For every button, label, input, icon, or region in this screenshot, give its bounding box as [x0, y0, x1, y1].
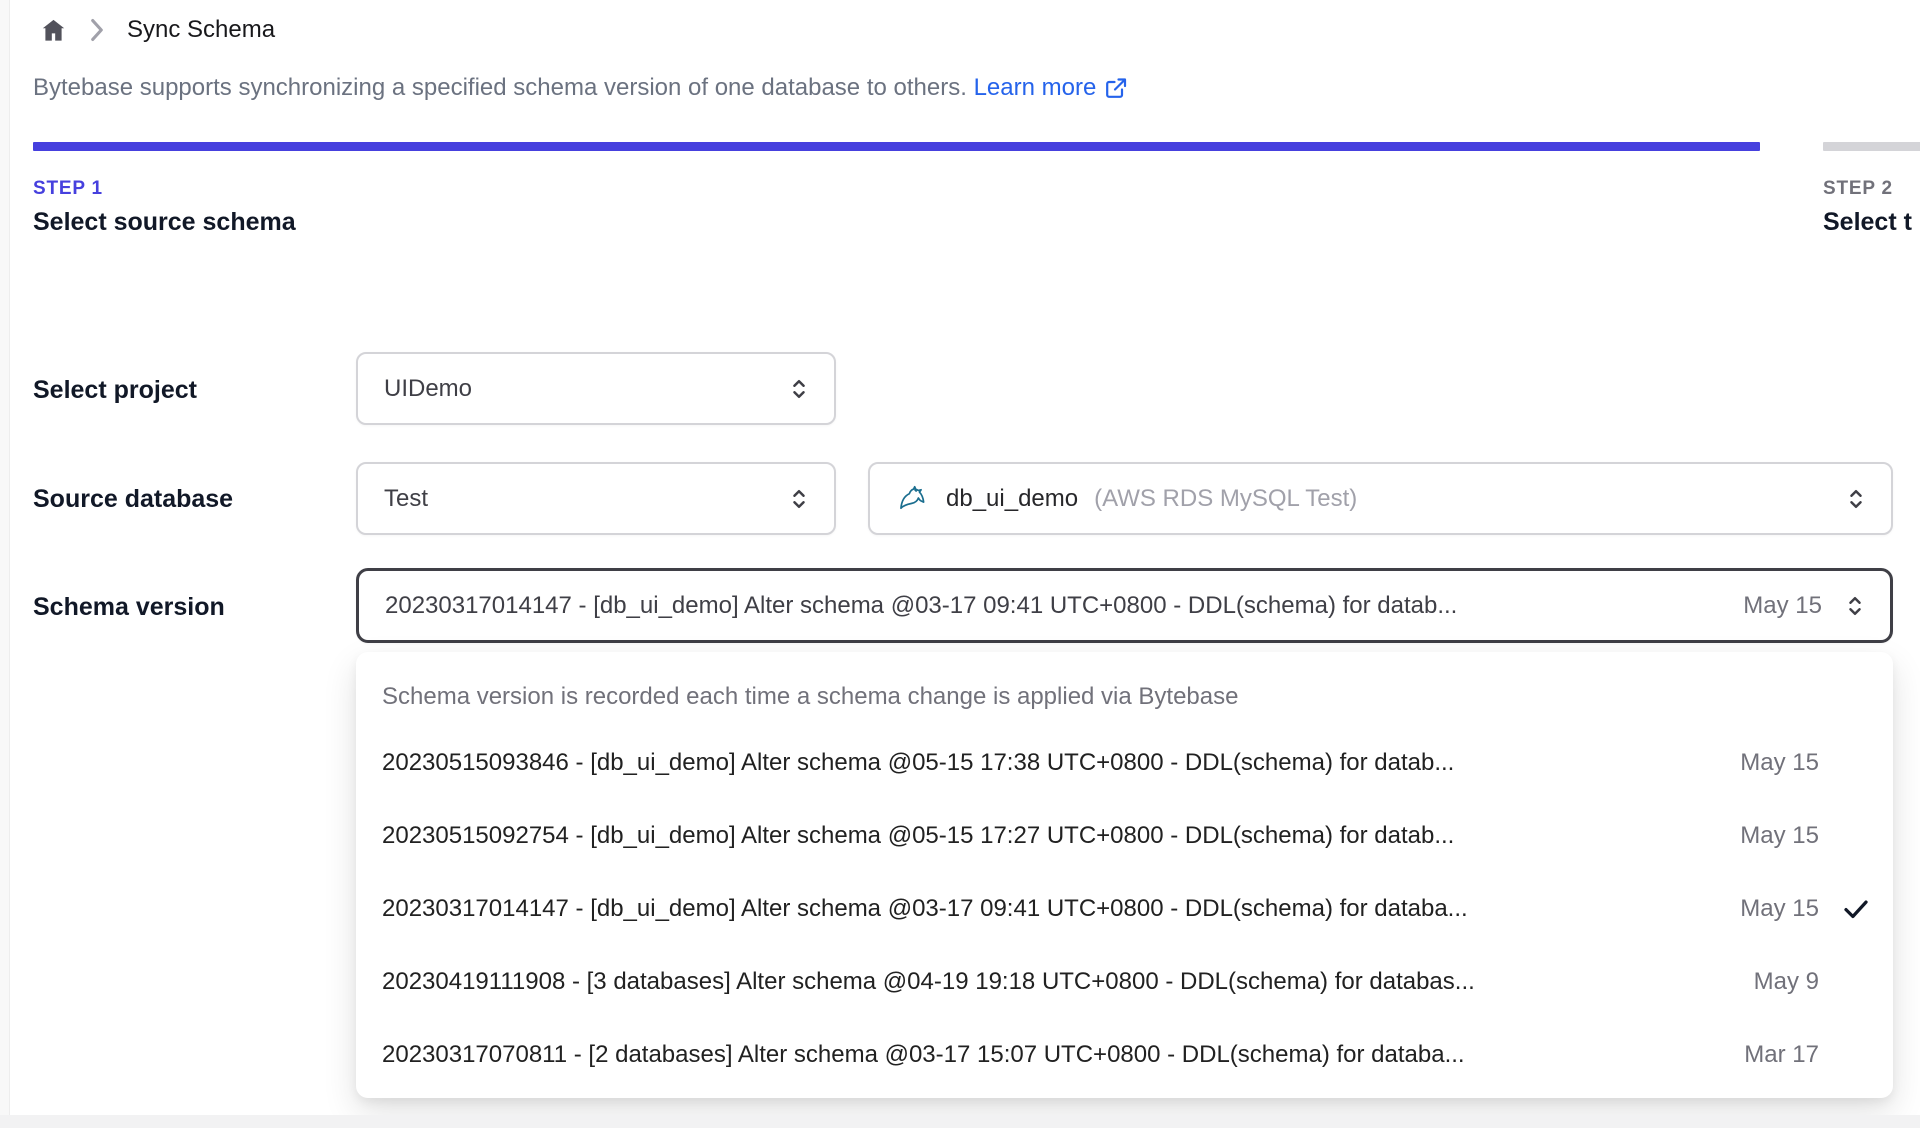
schema-version-label: Schema version — [33, 593, 225, 621]
schema-version-select-date: May 15 — [1743, 591, 1822, 619]
page-title: Sync Schema — [127, 16, 276, 43]
option-date: May 15 — [1740, 894, 1819, 922]
step1: STEP 1 Select source schema — [33, 178, 296, 237]
schema-version-note: Schema version is recorded each time a s… — [382, 683, 1239, 710]
option-text: 20230317014147 - [db_ui_demo] Alter sche… — [382, 894, 1468, 922]
select-project-label: Select project — [33, 376, 197, 404]
project-select-value: UIDemo — [384, 374, 473, 402]
chevron-up-down-icon — [786, 486, 812, 512]
check-icon — [1819, 894, 1871, 924]
option-text: 20230515092754 - [db_ui_demo] Alter sche… — [382, 821, 1455, 849]
project-select[interactable]: UIDemo — [356, 352, 836, 425]
option-text: 20230419111908 - [3 databases] Alter sch… — [382, 967, 1475, 995]
intro-text: Bytebase supports synchronizing a specif… — [33, 74, 1128, 102]
step2: STEP 2 Select t — [1823, 178, 1912, 237]
mysql-dolphin-icon — [896, 482, 930, 516]
option-date: May 15 — [1740, 821, 1819, 849]
home-icon[interactable] — [40, 17, 67, 44]
breadcrumb: Sync Schema — [40, 16, 275, 44]
external-link-icon — [1104, 76, 1128, 100]
database-select-detail: (AWS RDS MySQL Test) — [1094, 484, 1358, 512]
chevron-up-down-icon — [1843, 486, 1869, 512]
schema-version-listbox: 20230515093846 - [db_ui_demo] Alter sche… — [356, 726, 1893, 1091]
option-date: Mar 17 — [1744, 1040, 1819, 1068]
schema-version-option[interactable]: 20230419111908 - [3 databases] Alter sch… — [356, 945, 1893, 1018]
page-bottom-edge — [0, 1115, 1920, 1128]
chevron-up-down-icon — [1842, 593, 1868, 619]
environment-select[interactable]: Test — [356, 462, 836, 535]
environment-select-value: Test — [384, 484, 429, 512]
learn-more-link[interactable]: Learn more — [974, 74, 1129, 102]
option-text: 20230317070811 - [2 databases] Alter sch… — [382, 1040, 1465, 1068]
step1-title: Select source schema — [33, 208, 296, 236]
chevron-up-down-icon — [786, 376, 812, 402]
schema-version-select[interactable]: 20230317014147 - [db_ui_demo] Alter sche… — [356, 568, 1893, 643]
schema-version-select-value: 20230317014147 - [db_ui_demo] Alter sche… — [385, 591, 1458, 619]
schema-version-option[interactable]: 20230317070811 - [2 databases] Alter sch… — [356, 1018, 1893, 1091]
schema-version-option[interactable]: 20230317014147 - [db_ui_demo] Alter sche… — [356, 872, 1893, 945]
option-date: May 15 — [1740, 748, 1819, 776]
source-database-label: Source database — [33, 485, 234, 513]
option-date: May 9 — [1753, 967, 1819, 995]
sync-schema-page: Sync Schema Bytebase supports synchroniz… — [0, 0, 1920, 1128]
database-select-value: db_ui_demo — [946, 484, 1079, 512]
step2-progress-bar — [1823, 142, 1920, 151]
schema-version-option[interactable]: 20230515093846 - [db_ui_demo] Alter sche… — [356, 726, 1893, 799]
step1-progress-bar — [33, 142, 1760, 151]
schema-version-dropdown: Schema version is recorded each time a s… — [356, 652, 1893, 1098]
step2-eyebrow: STEP 2 — [1823, 178, 1893, 199]
chevron-right-icon — [89, 18, 105, 42]
left-gutter — [0, 0, 10, 1128]
schema-version-option[interactable]: 20230515092754 - [db_ui_demo] Alter sche… — [356, 799, 1893, 872]
step1-eyebrow: STEP 1 — [33, 178, 103, 199]
step2-title: Select t — [1823, 208, 1912, 236]
database-select[interactable]: db_ui_demo (AWS RDS MySQL Test) — [868, 462, 1893, 535]
option-text: 20230515093846 - [db_ui_demo] Alter sche… — [382, 748, 1455, 776]
